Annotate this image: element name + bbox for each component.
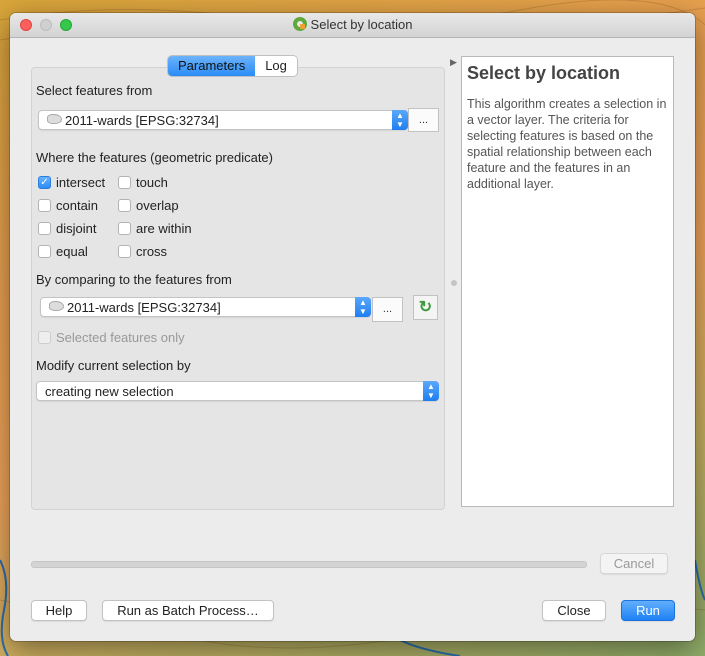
predicate-intersect[interactable]: ✓ intersect [38,175,105,190]
compare-browse-button[interactable]: ... [372,297,403,322]
predicate-disjoint[interactable]: disjoint [38,221,96,236]
predicate-intersect-label: intersect [56,175,106,190]
checkbox[interactable] [38,331,51,344]
checkbox[interactable] [38,222,51,235]
window-title-text: Select by location [310,17,413,32]
tab-parameters[interactable]: Parameters [168,56,256,76]
compare-label: By comparing to the features from [36,272,232,287]
predicate-cross-label: cross [136,244,168,259]
splitter-handle[interactable] [451,280,457,286]
selected-features-only-label: Selected features only [56,330,185,345]
modify-selection-value: creating new selection [45,384,174,399]
compare-combo[interactable]: 2011-wards [EPSG:32734] ▲ ▼ [40,297,371,317]
predicate-contain[interactable]: contain [38,198,98,213]
predicate-touch-label: touch [136,175,168,190]
checkbox[interactable] [118,222,131,235]
select-from-label: Select features from [36,83,153,98]
combo-arrows-icon: ▲ ▼ [423,381,439,401]
tab-bar: Parameters Log [167,55,298,77]
predicate-are-within[interactable]: are within [118,221,192,236]
checkbox[interactable] [38,245,51,258]
help-button[interactable]: Help [31,600,87,621]
predicate-contain-label: contain [56,198,98,213]
select-from-combo[interactable]: 2011-wards [EPSG:32734] ▲ ▼ [38,110,408,130]
dialog-window: Select by location Parameters Log Select… [10,13,695,641]
predicate-disjoint-label: disjoint [56,221,97,236]
selected-features-only[interactable]: Selected features only [38,330,185,345]
predicate-equal-label: equal [56,244,88,259]
predicate-are-within-label: are within [136,221,192,236]
titlebar[interactable]: Select by location [10,13,695,38]
qgis-logo-icon [292,17,307,31]
predicate-touch[interactable]: touch [118,175,168,190]
modify-label: Modify current selection by [36,358,191,373]
run-batch-button[interactable]: Run as Batch Process… [102,600,274,621]
cancel-button[interactable]: Cancel [600,553,668,574]
refresh-icon: ↻ [418,299,433,316]
predicate-cross[interactable]: cross [118,244,167,259]
progress-bar [31,561,587,568]
checkbox[interactable] [38,199,51,212]
combo-arrows-icon: ▲ ▼ [355,297,371,317]
help-body: This algorithm creates a selection in a … [467,97,667,191]
combo-arrows-icon: ▲ ▼ [392,110,408,130]
predicate-overlap[interactable]: overlap [118,198,179,213]
compare-value: 2011-wards [EPSG:32734] [67,300,221,315]
predicate-overlap-label: overlap [136,198,179,213]
polygon-layer-icon [47,114,62,124]
predicate-label: Where the features (geometric predicate) [36,150,273,165]
checkbox[interactable] [118,245,131,258]
polygon-layer-icon [49,301,64,311]
iterate-refresh-button[interactable]: ↻ [413,295,438,320]
checkbox[interactable] [118,199,131,212]
predicate-equal[interactable]: equal [38,244,88,259]
close-button[interactable]: Close [542,600,606,621]
run-button[interactable]: Run [621,600,675,621]
checkbox[interactable] [118,176,131,189]
help-panel: Select by location This algorithm create… [461,56,674,507]
select-from-value: 2011-wards [EPSG:32734] [65,113,219,128]
help-title: Select by location [467,63,621,83]
parameters-panel [31,67,445,510]
tab-log[interactable]: Log [255,56,297,76]
modify-selection-combo[interactable]: creating new selection ▲ ▼ [36,381,439,401]
collapse-help-arrow-icon[interactable]: ▶ [450,57,457,68]
select-from-browse-button[interactable]: ... [408,108,439,132]
window-title: Select by location [10,17,695,32]
checkbox-checked-icon[interactable]: ✓ [38,176,51,189]
